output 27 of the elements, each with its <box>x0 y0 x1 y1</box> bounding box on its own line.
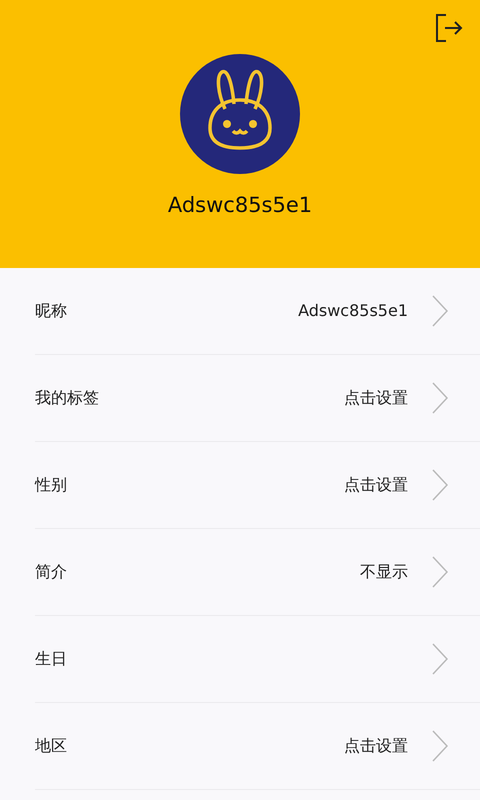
setting-value: 点击设置 <box>344 474 408 496</box>
settings-row[interactable]: 昵称 Adswc85s5e1 <box>35 268 480 355</box>
settings-row[interactable]: 生日 <box>35 616 480 703</box>
setting-label: 简介 <box>35 561 67 583</box>
chevron-icon <box>432 643 448 675</box>
chevron-icon <box>432 295 448 327</box>
chevron-icon <box>432 469 448 501</box>
settings-row[interactable]: 简介 不显示 <box>35 529 480 616</box>
logout-icon <box>434 12 464 44</box>
chevron-icon <box>432 556 448 588</box>
setting-value: 点击设置 <box>344 735 408 757</box>
settings-row[interactable]: 地区 点击设置 <box>35 703 480 790</box>
setting-label: 我的标签 <box>35 387 99 409</box>
settings-row[interactable]: 性别 点击设置 <box>35 442 480 529</box>
setting-label: 地区 <box>35 735 67 757</box>
setting-label: 昵称 <box>35 300 67 322</box>
setting-label: 性别 <box>35 474 67 496</box>
setting-label: 生日 <box>35 648 67 670</box>
setting-value: Adswc85s5e1 <box>298 300 408 322</box>
username: Adswc85s5e1 <box>168 192 312 219</box>
logout-button[interactable] <box>434 12 464 44</box>
setting-value: 不显示 <box>360 561 408 583</box>
settings-row[interactable]: 我的标签 点击设置 <box>35 355 480 442</box>
setting-value: 点击设置 <box>344 387 408 409</box>
avatar-icon[interactable] <box>180 54 300 174</box>
chevron-icon <box>432 382 448 414</box>
chevron-icon <box>432 730 448 762</box>
